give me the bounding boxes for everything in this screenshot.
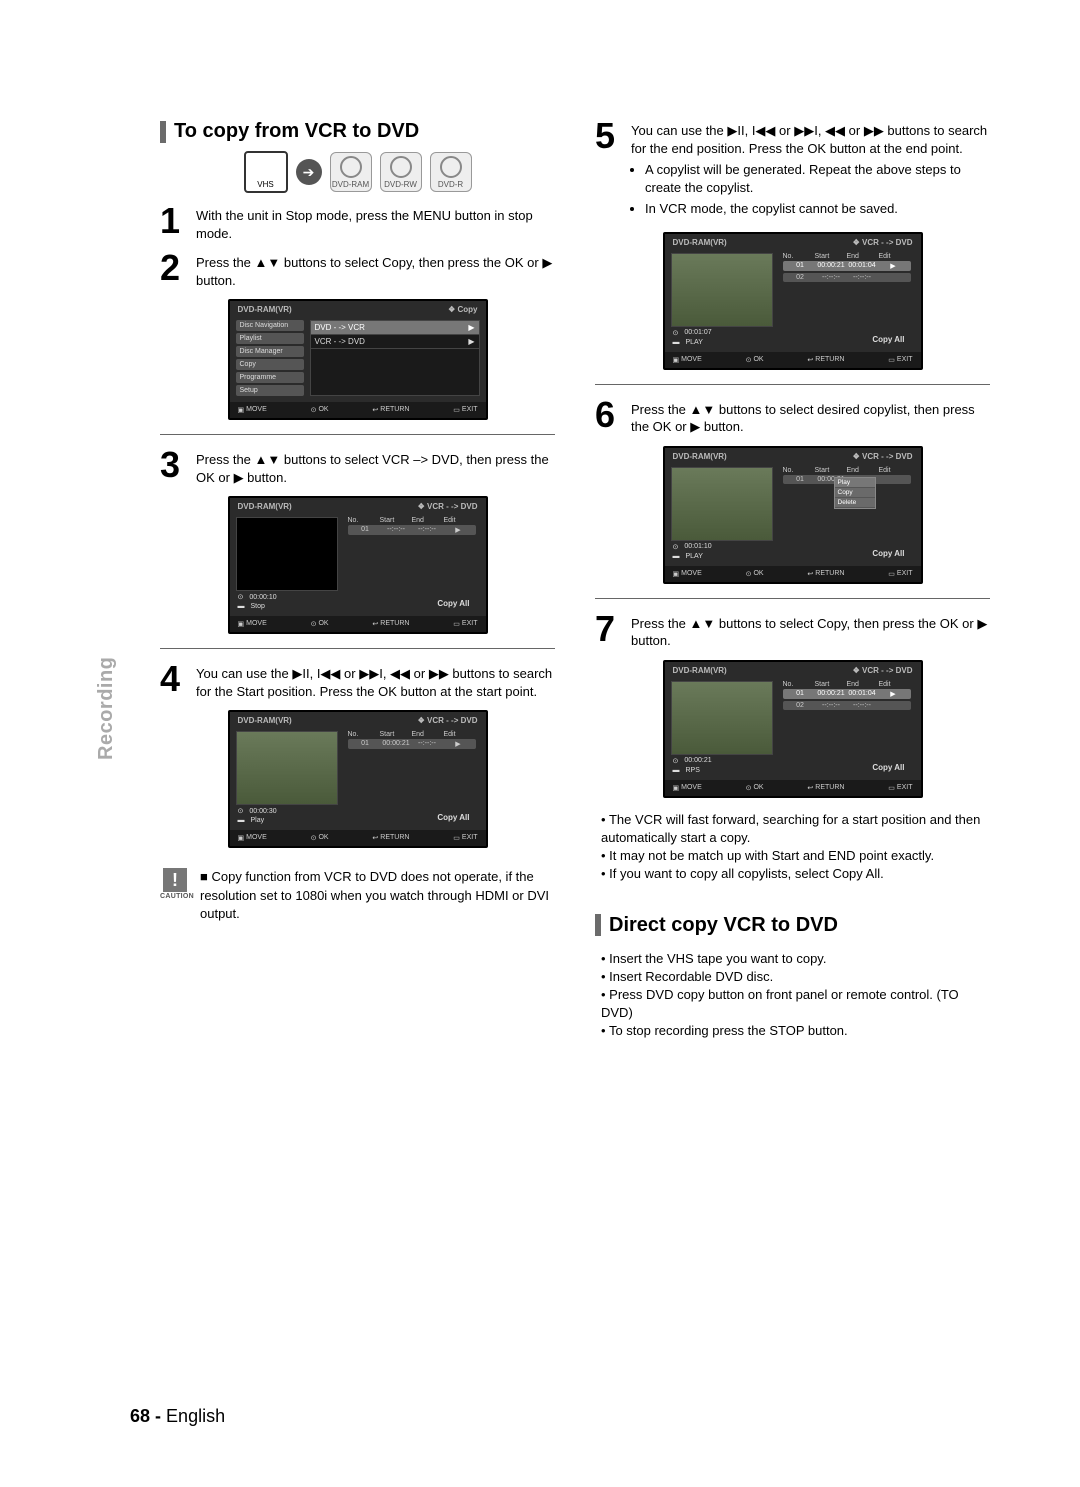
osd-title: DVD-RAM(VR) [238, 305, 292, 314]
step-7: 7 Press the ▲▼ buttons to select Copy, t… [595, 613, 990, 650]
right-column: 5 You can use the ▶II, I◀◀ or ▶▶I, ◀◀ or… [595, 120, 990, 1054]
caution-icon: ! [163, 868, 187, 892]
post-step7-notes: The VCR will fast forward, searching for… [595, 811, 990, 884]
step-3: 3 Press the ▲▼ buttons to select VCR –> … [160, 449, 555, 486]
osd-screenshot-step4: DVD-RAM(VR) ❖ VCR - -> DVD ⊙00:00:30 ▬Pl… [228, 710, 488, 848]
step-6: 6 Press the ▲▼ buttons to select desired… [595, 399, 990, 436]
disc-icon-dvdr: DVD-R [430, 152, 472, 192]
osd-screenshot-step7: DVD-RAM(VR) ❖ VCR - -> DVD ⊙00:00:21 ▬RP… [663, 660, 923, 798]
direct-copy-bullets: Insert the VHS tape you want to copy. In… [595, 950, 990, 1041]
osd-popup-menu: Play Copy Delete [834, 477, 876, 509]
step-2: 2 Press the ▲▼ buttons to select Copy, t… [160, 252, 555, 289]
osd-screenshot-step5: DVD-RAM(VR) ❖ VCR - -> DVD ⊙00:01:07 ▬PL… [663, 232, 923, 370]
step-5: 5 You can use the ▶II, I◀◀ or ▶▶I, ◀◀ or… [595, 120, 990, 222]
page-footer: 68 - English [130, 1406, 225, 1427]
arrow-right-icon: ➔ [296, 159, 322, 185]
vhs-icon: VHS [244, 151, 288, 193]
side-tab-label: Recording [95, 657, 118, 760]
caution-box: ! CAUTION ■ Copy function from VCR to DV… [160, 868, 555, 923]
disc-icon-dvdram: DVD-RAM [330, 152, 372, 192]
osd-screenshot-step6: DVD-RAM(VR) ❖ VCR - -> DVD ⊙00:01:10 ▬PL… [663, 446, 923, 584]
disc-icon-dvdrw: DVD-RW [380, 152, 422, 192]
section-title-direct: Direct copy VCR to DVD [595, 914, 990, 937]
osd-screenshot-step3: DVD-RAM(VR) ❖ VCR - -> DVD ⊙00:00:10 ▬St… [228, 496, 488, 634]
osd-screenshot-step2: DVD-RAM(VR) ❖ Copy Disc Navigation Playl… [228, 299, 488, 420]
step-4: 4 You can use the ▶II, I◀◀ or ▶▶I, ◀◀ or… [160, 663, 555, 700]
media-icons-row: VHS ➔ DVD-RAM DVD-RW DVD-R [160, 151, 555, 193]
step-1: 1 With the unit in Stop mode, press the … [160, 205, 555, 242]
section-title-copy: To copy from VCR to DVD [160, 120, 555, 143]
left-column: To copy from VCR to DVD VHS ➔ DVD-RAM DV… [160, 120, 555, 1054]
